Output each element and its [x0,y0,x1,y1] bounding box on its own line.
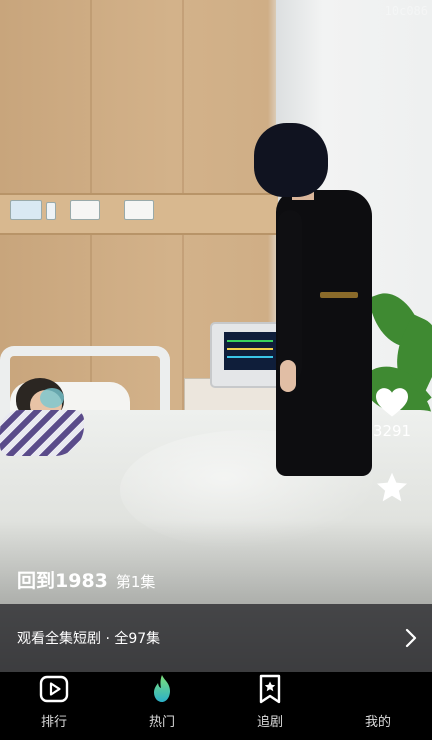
tab-label: 我的 [364,715,391,730]
watch-full-series-label: 观看全集短剧 · 全97集 [17,631,161,647]
wall-device [46,202,56,220]
drama-title: 回到1983 [17,570,108,592]
patient-arm [0,410,84,456]
star-icon [377,472,407,502]
like-button[interactable]: 3291 [362,386,422,440]
tab-hot[interactable]: 热门 [108,672,216,740]
tab-following[interactable]: 追剧 [216,672,324,740]
chevron-right-icon [404,628,418,648]
like-count: 3291 [372,422,412,440]
video-title-row: 回到1983 第1集 [17,566,155,593]
woman-hair [254,123,328,197]
bookmark-star-icon [259,674,281,704]
woman-hand [280,360,296,392]
tab-label: 排行 [40,715,67,730]
wall-outlet [70,200,100,220]
tab-label: 热门 [148,715,175,730]
tab-ranking[interactable]: 排行 [0,672,108,740]
watermark-id: 10c086 [384,4,428,18]
tab-label: 追剧 [256,715,283,730]
tab-profile[interactable]: 我的 [324,672,432,740]
woman-belt [320,292,358,298]
oxygen-mask [40,388,64,408]
heart-icon [376,388,408,417]
favorite-button[interactable] [362,470,422,506]
episode-label: 第1集 [115,573,156,591]
bottom-tab-bar: 排行 热门 追剧 我的 [0,672,432,740]
wall-outlet [124,200,154,220]
watch-full-series-bar[interactable]: 观看全集短剧 · 全97集 [0,604,432,672]
patient-monitor [210,322,284,388]
wall-device [10,200,42,220]
woman-arm [278,210,302,380]
play-rank-icon [39,675,69,703]
flame-icon [154,675,170,702]
